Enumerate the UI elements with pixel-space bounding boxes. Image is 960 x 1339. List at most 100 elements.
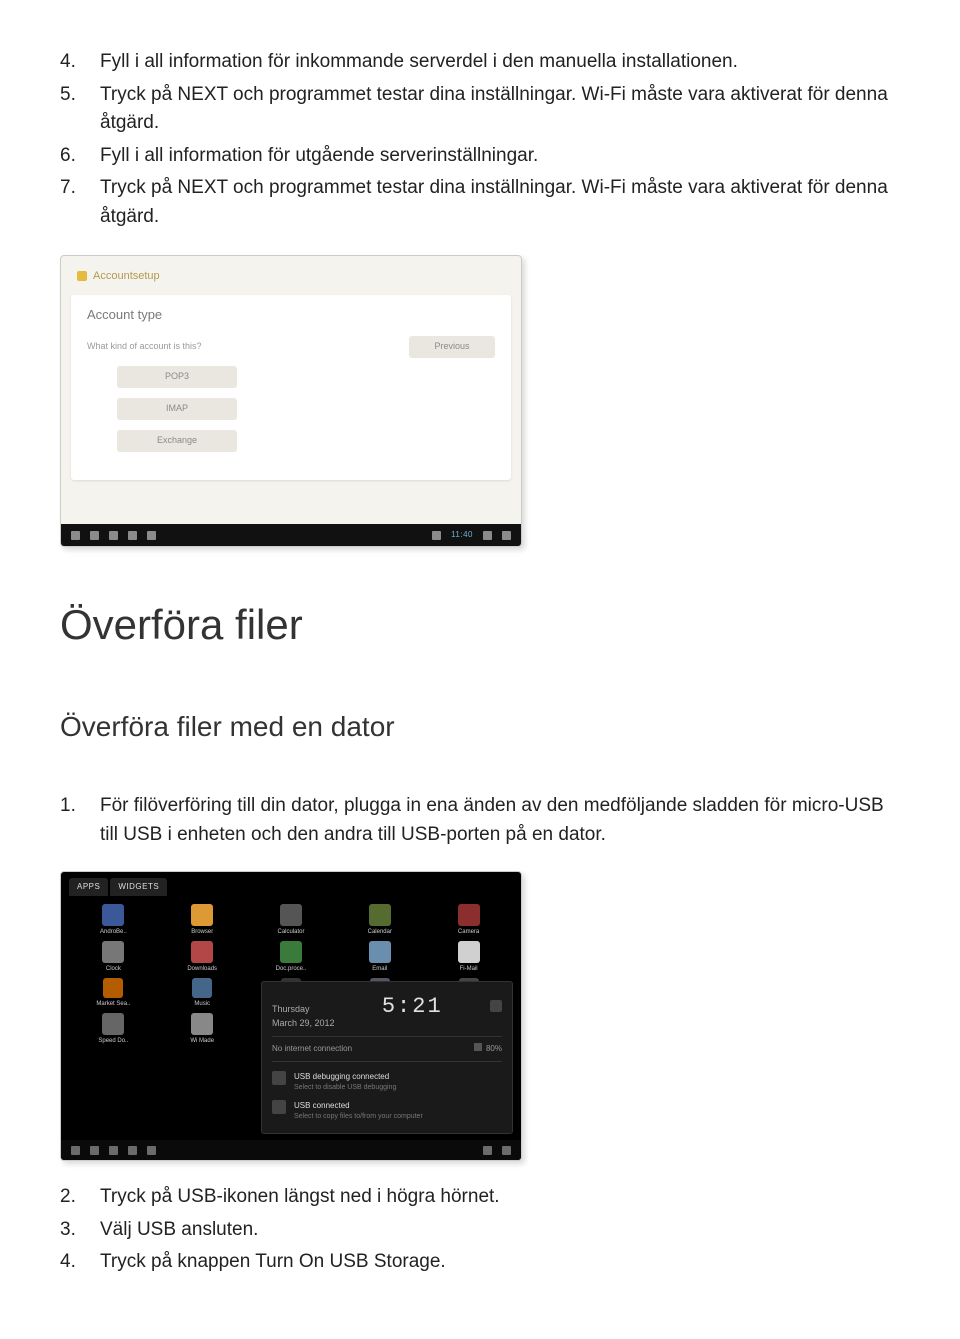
app-icon <box>102 1013 124 1035</box>
battery-percent: 80% <box>486 1044 502 1053</box>
system-navbar: 11:40 <box>61 524 521 546</box>
app-label: Calendar <box>368 928 392 937</box>
item-number: 2. <box>60 1183 100 1212</box>
account-type-card: Account type What kind of account is thi… <box>71 295 511 481</box>
list-item: 5. Tryck på NEXT och programmet testar d… <box>60 81 900 138</box>
screenshot-account-setup: Accountsetup Account type What kind of a… <box>60 255 522 547</box>
list-item: 3. Välj USB ansluten. <box>60 1216 900 1245</box>
imap-button[interactable]: IMAP <box>117 398 237 420</box>
app-label: Email <box>372 965 387 974</box>
app-drawer-tabs: APPS WIDGETS <box>61 872 521 896</box>
status-icon <box>432 531 441 540</box>
volume-icon[interactable] <box>147 531 156 540</box>
notification-usb-debugging[interactable]: USB debugging connected Select to disabl… <box>272 1068 502 1097</box>
menu-icon[interactable] <box>128 531 137 540</box>
panel-date: Thursday March 29, 2012 <box>272 1003 335 1030</box>
app-icon <box>458 941 480 963</box>
app-item[interactable]: Clock <box>69 941 158 974</box>
battery-icon <box>502 531 511 540</box>
list-item: 1. För filöverföring till din dator, plu… <box>60 792 900 849</box>
notif-subtitle: Select to copy files to/from your comput… <box>294 1112 423 1123</box>
home-icon[interactable] <box>90 1146 99 1155</box>
app-item[interactable]: Market Sea.. <box>69 978 158 1009</box>
screenshot-header: Accountsetup <box>61 256 521 289</box>
app-item[interactable]: Camera <box>424 904 513 937</box>
pop3-button[interactable]: POP3 <box>117 366 237 388</box>
app-item[interactable]: Calendar <box>335 904 424 937</box>
list-item: 2. Tryck på USB-ikonen längst ned i högr… <box>60 1183 900 1212</box>
header-label: Accountsetup <box>93 268 160 285</box>
usb-status-icon[interactable] <box>483 1146 492 1155</box>
item-number: 4. <box>60 1248 100 1277</box>
app-icon <box>102 941 124 963</box>
tab-widgets[interactable]: WIDGETS <box>110 878 167 896</box>
item-text: Tryck på knappen Turn On USB Storage. <box>100 1248 900 1277</box>
app-label: Camera <box>458 928 479 937</box>
app-icon <box>369 941 391 963</box>
app-item[interactable]: Wi Made <box>158 1013 247 1046</box>
app-icon <box>191 904 213 926</box>
app-label: Calculator <box>277 928 304 937</box>
panel-time: 5:21 <box>382 990 443 1023</box>
app-icon <box>103 978 123 998</box>
back-icon[interactable] <box>71 531 80 540</box>
item-text: Fyll i all information för inkommande se… <box>100 48 900 77</box>
app-label: Doc.proce.. <box>276 965 307 974</box>
app-item[interactable]: Downloads <box>158 941 247 974</box>
app-item[interactable]: Fi-Mail <box>424 941 513 974</box>
instructions-list-top: 4. Fyll i all information för inkommande… <box>60 48 900 231</box>
app-icon <box>191 1013 213 1035</box>
subheading-transfer-computer: Överföra filer med en dator <box>60 706 900 748</box>
item-text: Välj USB ansluten. <box>100 1216 900 1245</box>
network-status: No internet connection <box>272 1043 352 1055</box>
list-item: 4. Fyll i all information för inkommande… <box>60 48 900 77</box>
app-label: Fi-Mail <box>460 965 478 974</box>
notif-title: USB connected <box>294 1100 423 1112</box>
list-item: 7. Tryck på NEXT och programmet testar d… <box>60 174 900 231</box>
status-icon <box>502 1146 511 1155</box>
tab-apps[interactable]: APPS <box>69 878 108 896</box>
app-label: Clock <box>106 965 121 974</box>
settings-icon[interactable] <box>490 1000 502 1012</box>
notification-panel: Thursday March 29, 2012 5:21 No internet… <box>261 981 513 1134</box>
app-item[interactable]: AndroBe.. <box>69 904 158 937</box>
item-number: 5. <box>60 81 100 138</box>
app-item[interactable]: Speed Do.. <box>69 1013 158 1046</box>
system-navbar <box>61 1140 521 1160</box>
notification-usb-connected[interactable]: USB connected Select to copy files to/fr… <box>272 1097 502 1126</box>
mail-icon <box>77 271 87 281</box>
app-item[interactable]: Calculator <box>247 904 336 937</box>
prompt-label: What kind of account is this? <box>87 340 389 354</box>
list-item: 6. Fyll i all information för utgående s… <box>60 142 900 171</box>
home-icon[interactable] <box>90 531 99 540</box>
screenshot-usb-panel: APPS WIDGETS AndroBe.. Browser Calculato… <box>60 871 522 1161</box>
item-number: 3. <box>60 1216 100 1245</box>
menu-icon[interactable] <box>128 1146 137 1155</box>
item-number: 6. <box>60 142 100 171</box>
app-icon <box>192 978 212 998</box>
app-item[interactable]: Browser <box>158 904 247 937</box>
previous-button[interactable]: Previous <box>409 336 495 358</box>
instructions-list-mid: 1. För filöverföring till din dator, plu… <box>60 792 900 849</box>
back-icon[interactable] <box>71 1146 80 1155</box>
app-item[interactable]: Email <box>335 941 424 974</box>
app-icon <box>280 904 302 926</box>
recents-icon[interactable] <box>109 1146 118 1155</box>
recents-icon[interactable] <box>109 531 118 540</box>
app-icon <box>102 904 124 926</box>
app-item[interactable]: Doc.proce.. <box>247 941 336 974</box>
card-title: Account type <box>87 305 495 325</box>
item-number: 4. <box>60 48 100 77</box>
app-label: Downloads <box>187 965 217 974</box>
item-text: Tryck på NEXT och programmet testar dina… <box>100 174 900 231</box>
app-icon <box>280 941 302 963</box>
item-text: Fyll i all information för utgående serv… <box>100 142 900 171</box>
item-text: Tryck på NEXT och programmet testar dina… <box>100 81 900 138</box>
app-item[interactable]: Music <box>158 978 247 1009</box>
app-icon <box>191 941 213 963</box>
app-icon <box>458 904 480 926</box>
item-number: 7. <box>60 174 100 231</box>
volume-icon[interactable] <box>147 1146 156 1155</box>
item-text: Tryck på USB-ikonen längst ned i högra h… <box>100 1183 900 1212</box>
exchange-button[interactable]: Exchange <box>117 430 237 452</box>
